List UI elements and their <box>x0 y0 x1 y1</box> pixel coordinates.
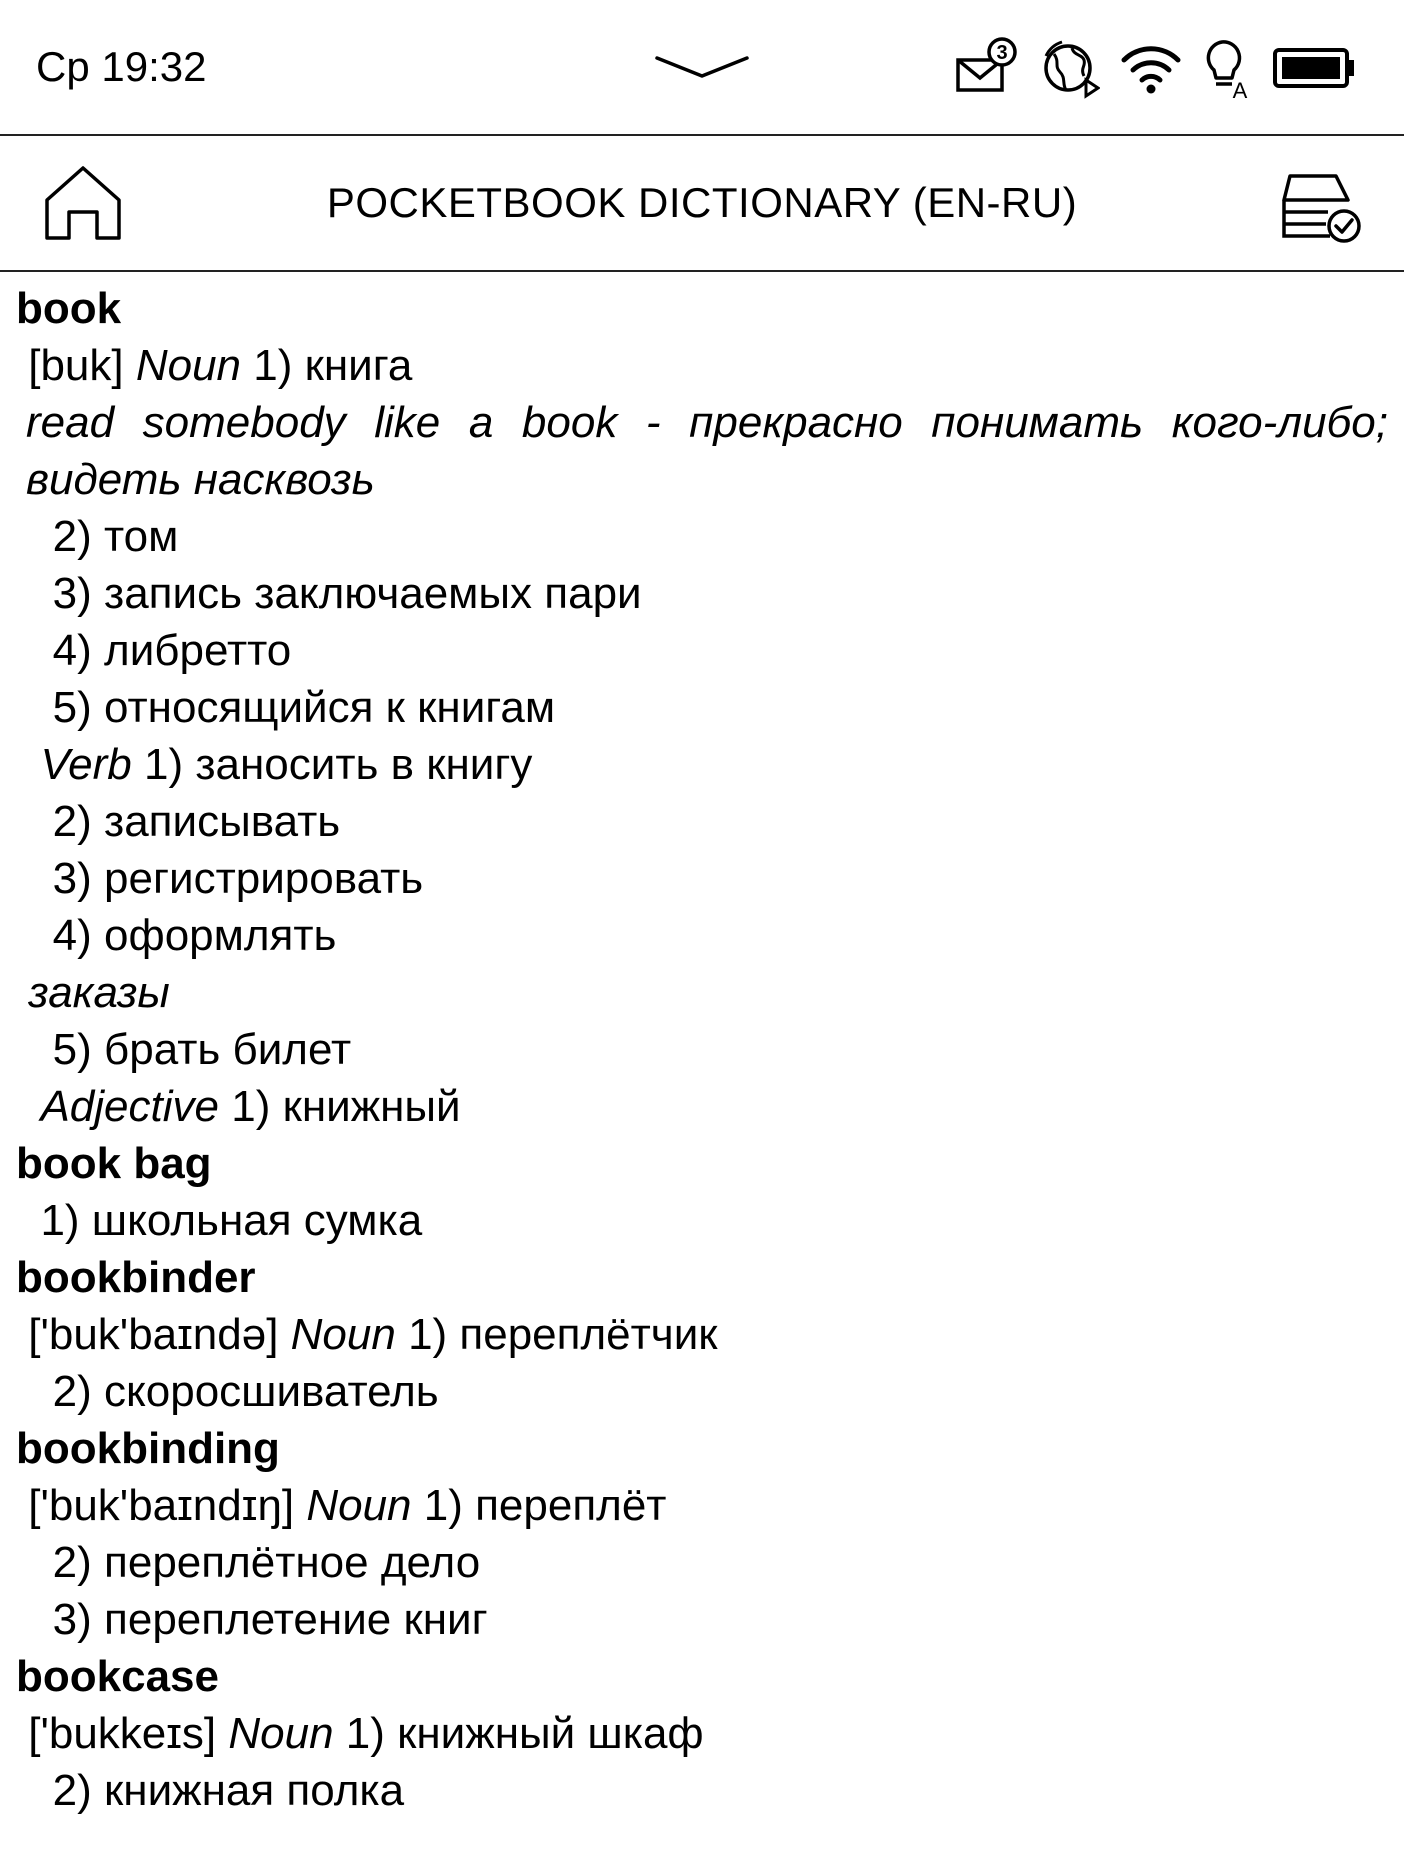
entry-line: 4) либретто <box>16 626 292 675</box>
app-header: POCKETBOOK DICTIONARY (EN-RU) <box>0 136 1404 272</box>
entry-line: 2) записывать <box>16 797 341 846</box>
dictionary-entry: bookbinder ['buk'baɪndə] Noun 1) переплё… <box>16 1249 1388 1420</box>
entry-headword[interactable]: bookcase <box>16 1648 1388 1705</box>
chevron-down-icon[interactable] <box>653 52 751 82</box>
entry-headword[interactable]: book <box>16 280 1388 337</box>
status-bar: Ср 19:32 3 A <box>0 0 1404 136</box>
entry-headword[interactable]: bookbinder <box>16 1249 1388 1306</box>
dictionary-entry: book [buk] Noun 1) книга read somebody l… <box>16 280 1388 1135</box>
entry-line: 2) том <box>16 512 179 561</box>
entry-headword[interactable]: book bag <box>16 1135 1388 1192</box>
page-title: POCKETBOOK DICTIONARY (EN-RU) <box>326 179 1078 226</box>
entry-line: заказы <box>28 968 170 1017</box>
entry-line: 2) книжная полка <box>16 1766 405 1815</box>
dictionary-select-icon[interactable] <box>1280 166 1364 244</box>
entry-line: [buk] Noun 1) книга <box>16 341 413 390</box>
dictionary-entry: bookbinding ['buk'baɪndɪŋ] Noun 1) переп… <box>16 1420 1388 1648</box>
battery-icon[interactable] <box>1272 47 1356 89</box>
entry-line: 5) брать билет <box>16 1025 352 1074</box>
mail-badge-count: 3 <box>996 42 1007 64</box>
entry-line: ['bukkeɪs] Noun 1) книжный шкаф <box>16 1709 704 1758</box>
entry-line: 2) скоросшиватель <box>16 1367 439 1416</box>
dictionary-entry: bookcase ['bukkeɪs] Noun 1) книжный шкаф… <box>16 1648 1388 1819</box>
svg-text:A: A <box>1233 78 1248 100</box>
sync-globe-icon[interactable] <box>1040 36 1100 100</box>
entry-line: 5) относящийся к книгам <box>16 683 556 732</box>
entry-example: read somebody like a book - прекрасно по… <box>26 398 1388 504</box>
entry-line: 2) переплётное дело <box>16 1538 481 1587</box>
home-icon[interactable] <box>42 162 124 244</box>
entry-line: 3) регистрировать <box>16 854 424 903</box>
entry-line: ['buk'baɪndə] Noun 1) переплётчик <box>16 1310 718 1359</box>
status-icons: 3 A <box>954 30 1356 106</box>
dictionary-article[interactable]: book [buk] Noun 1) книга read somebody l… <box>16 280 1388 1819</box>
entry-line: Verb 1) заносить в книгу <box>40 740 533 789</box>
frontlight-auto-icon[interactable]: A <box>1202 36 1252 100</box>
dictionary-entry: book bag 1) школьная сумка <box>16 1135 1388 1249</box>
mail-icon[interactable]: 3 <box>954 36 1020 100</box>
entry-line: 3) запись заключаемых пари <box>16 569 642 618</box>
entry-headword[interactable]: bookbinding <box>16 1420 1388 1477</box>
entry-line: ['buk'baɪndɪŋ] Noun 1) переплёт <box>16 1481 667 1530</box>
entry-line: 4) оформлять <box>16 911 337 960</box>
status-time: Ср 19:32 <box>36 43 207 90</box>
entry-line: 3) переплетение книг <box>16 1595 488 1644</box>
wifi-icon[interactable] <box>1120 40 1182 96</box>
entry-line: Adjective 1) книжный <box>40 1082 461 1131</box>
entry-line: 1) школьная сумка <box>16 1196 423 1245</box>
